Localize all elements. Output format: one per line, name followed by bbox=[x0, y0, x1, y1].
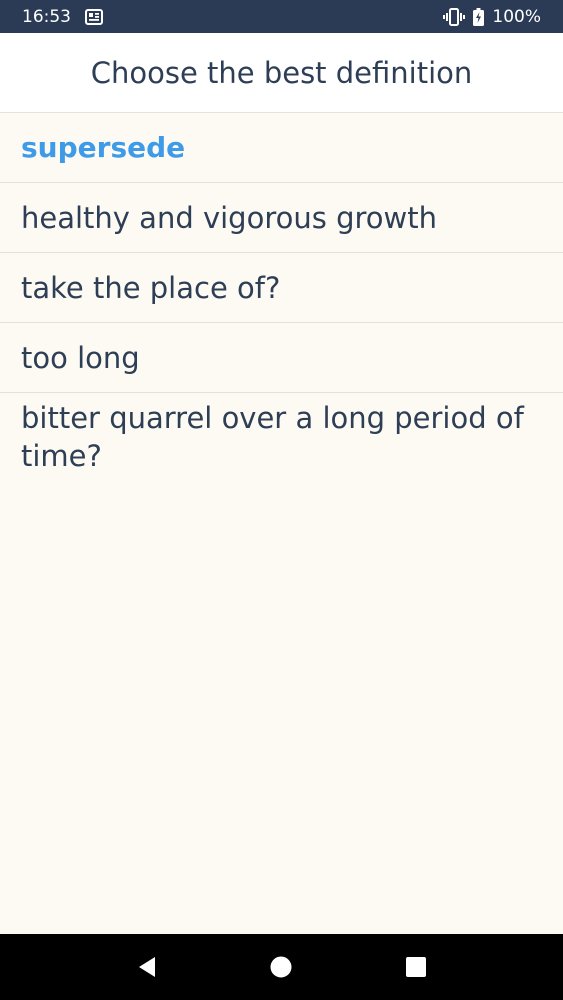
quiz-list: supersede healthy and vigorous growth ta… bbox=[0, 113, 563, 475]
option-2[interactable]: take the place of? bbox=[0, 253, 563, 323]
back-icon[interactable] bbox=[127, 947, 167, 987]
vibrate-icon bbox=[443, 7, 466, 26]
recents-icon[interactable] bbox=[396, 947, 436, 987]
battery-percent: 100% bbox=[492, 6, 541, 27]
page-title: Choose the best definition bbox=[90, 55, 473, 90]
header: Choose the best definition bbox=[0, 33, 563, 113]
option-1[interactable]: healthy and vigorous growth bbox=[0, 183, 563, 253]
option-3[interactable]: too long bbox=[0, 323, 563, 393]
home-icon[interactable] bbox=[261, 947, 301, 987]
status-left: 16:53 bbox=[22, 7, 103, 27]
status-time: 16:53 bbox=[22, 6, 71, 27]
status-bar: 16:53 100% bbox=[0, 0, 563, 33]
battery-charging-icon bbox=[473, 7, 485, 26]
option-4[interactable]: bitter quarrel over a long period of tim… bbox=[0, 393, 563, 475]
navigation-bar bbox=[0, 934, 563, 1000]
news-icon bbox=[85, 8, 103, 25]
quiz-word: supersede bbox=[0, 113, 563, 183]
status-right: 100% bbox=[443, 7, 541, 27]
